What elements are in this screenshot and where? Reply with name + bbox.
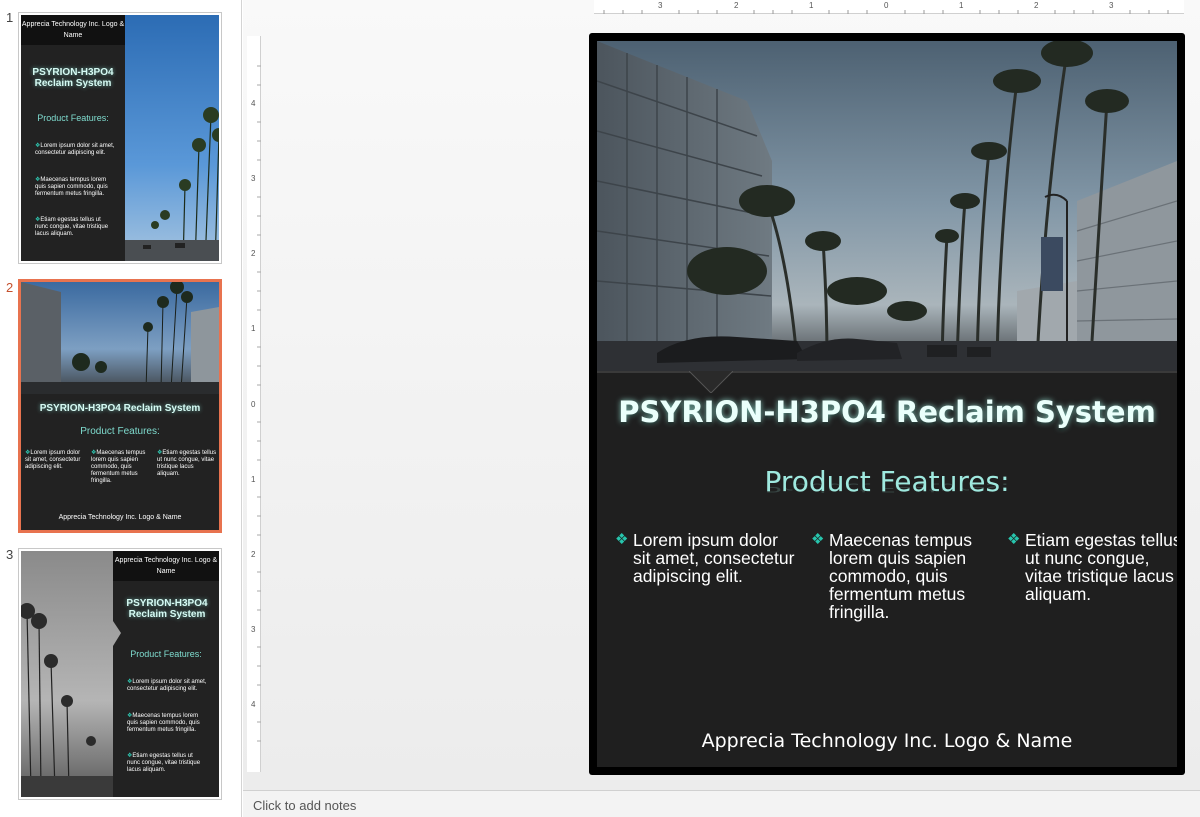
photo-divider xyxy=(597,371,1177,373)
thumb-bullet: ❖Maecenas tempus lorem quis sapien commo… xyxy=(91,450,146,484)
ruler-ticks xyxy=(603,10,1169,14)
notes-pane[interactable]: Click to add notes xyxy=(243,790,1200,817)
ruler-label: 1 xyxy=(251,324,256,333)
thumb-title: PSYRION-H3PO4 Reclaim System xyxy=(39,403,201,414)
logo-text: Apprecia Technology Inc. Logo & Name xyxy=(114,557,218,575)
thumb-footer: Apprecia Technology Inc. Logo & Name xyxy=(58,514,182,521)
thumb-subtitle: Product Features: xyxy=(37,113,109,123)
thumb-bullet: ❖Etiam egestas tellus ut nunc congue, vi… xyxy=(157,450,217,477)
thumb-title: PSYRION-H3PO4 Reclaim System xyxy=(126,598,208,620)
thumb-bullet: ❖Lorem ipsum dolor sit amet, consectetur… xyxy=(127,679,207,692)
slide-canvas[interactable]: PSYRION-H3PO4 Reclaim System Product Fea… xyxy=(589,33,1185,775)
bullet-text: Maecenas tempus lorem quis sapien commod… xyxy=(829,530,972,622)
ruler-label: 2 xyxy=(251,550,256,559)
ruler-label: 2 xyxy=(734,1,739,10)
bullet-text: Etiam egestas tellus ut nunc congue, vit… xyxy=(1025,530,1177,604)
slide-number-2: 2 xyxy=(6,280,14,295)
thumb-title: PSYRION-H3PO4 Reclaim System xyxy=(32,67,114,89)
slide-thumbnail-1[interactable]: Apprecia Technology Inc. Logo & Name PSY… xyxy=(18,12,222,264)
ruler-label: 4 xyxy=(251,700,256,709)
thumb-bullet: ❖Lorem ipsum dolor sit amet, consectetur… xyxy=(25,450,81,470)
thumb-bullet: ❖Etiam egestas tellus ut nunc congue, vi… xyxy=(35,217,109,237)
thumb-subtitle: Product Features: xyxy=(80,426,160,437)
street-photo[interactable] xyxy=(597,41,1177,371)
feature-bullet-3[interactable]: ❖ Etiam egestas tellus ut nunc congue, v… xyxy=(1007,531,1177,603)
thumb-bullet: ❖Maecenas tempus lorem quis sapien commo… xyxy=(127,713,200,733)
ruler-label: 2 xyxy=(1034,1,1039,10)
thumb-bullet: ❖Maecenas tempus lorem quis sapien commo… xyxy=(35,177,108,197)
thumb-bullet: ❖Lorem ipsum dolor sit amet, consectetur… xyxy=(35,143,115,156)
street-photo xyxy=(21,282,219,394)
slide-footer-logo[interactable]: Apprecia Technology Inc. Logo & Name xyxy=(597,730,1177,752)
slide-title[interactable]: PSYRION-H3PO4 Reclaim System xyxy=(597,395,1177,429)
ruler-label: 3 xyxy=(251,174,256,183)
ruler-label: 1 xyxy=(251,475,256,484)
diamond-bullet-icon: ❖ xyxy=(811,531,825,548)
notes-placeholder: Click to add notes xyxy=(253,798,357,813)
ruler-label: 3 xyxy=(1109,1,1114,10)
ruler-label: 4 xyxy=(251,99,256,108)
feature-bullet-2[interactable]: ❖ Maecenas tempus lorem quis sapien comm… xyxy=(811,531,991,621)
slide-number-1: 1 xyxy=(6,10,14,25)
slide-thumbnail-pane: 1 Apprecia Technology Inc. Logo & Name P… xyxy=(0,0,242,817)
vertical-ruler: 4 3 2 1 0 1 2 3 4 xyxy=(247,36,261,772)
ruler-label: 0 xyxy=(251,400,256,409)
ruler-label: 3 xyxy=(251,625,256,634)
ruler-label: 1 xyxy=(959,1,964,10)
ruler-label: 0 xyxy=(884,1,889,10)
diamond-bullet-icon: ❖ xyxy=(615,531,629,548)
ruler-label: 1 xyxy=(809,1,814,10)
ruler-label: 2 xyxy=(251,249,256,258)
thumb-bullet: ❖Etiam egestas tellus ut nunc congue, vi… xyxy=(127,753,201,773)
thumb-subtitle: Product Features: xyxy=(130,649,202,659)
down-arrow-icon xyxy=(689,371,733,393)
bullet-text: Lorem ipsum dolor sit amet, consectetur … xyxy=(633,530,795,586)
feature-bullet-1[interactable]: ❖ Lorem ipsum dolor sit amet, consectetu… xyxy=(615,531,795,585)
slide-number-3: 3 xyxy=(6,547,14,562)
logo-text: Apprecia Technology Inc. Logo & Name xyxy=(21,21,125,39)
slide-thumbnail-2[interactable]: PSYRION-H3PO4 Reclaim System Product Fea… xyxy=(18,279,222,533)
diamond-bullet-icon: ❖ xyxy=(1007,531,1021,548)
subtitle-reflection: Product Features: xyxy=(764,480,1010,495)
palm-street-image xyxy=(597,41,1177,371)
ruler-label: 3 xyxy=(658,1,663,10)
horizontal-ruler: 3 2 1 0 1 2 3 xyxy=(594,0,1184,14)
slide-thumbnail-3[interactable]: Apprecia Technology Inc. Logo & Name PSY… xyxy=(18,548,222,800)
